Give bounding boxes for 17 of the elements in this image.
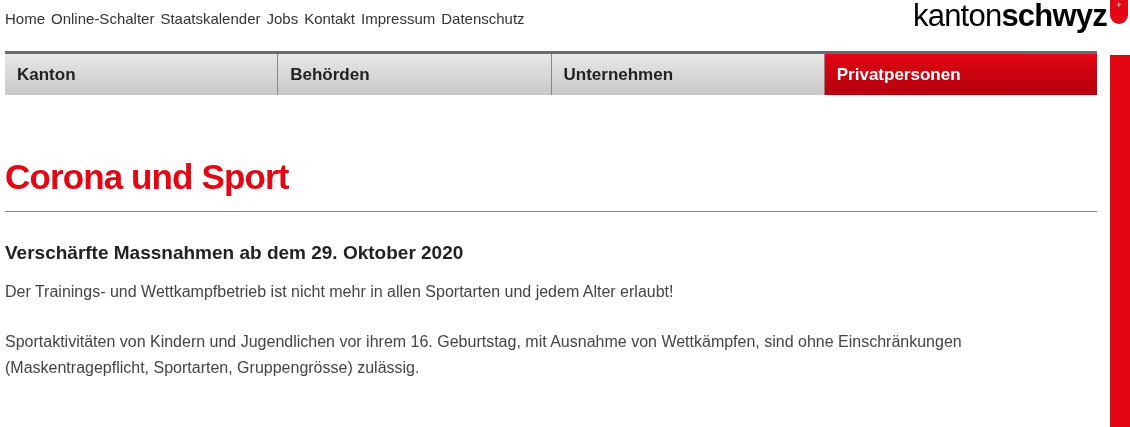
top-link[interactable]: Impressum (361, 8, 436, 31)
nav-tab[interactable]: Privatpersonen (823, 54, 1097, 95)
top-link[interactable]: Kontakt (304, 8, 356, 31)
page-title: Corona und Sport (5, 157, 290, 197)
nav-tab[interactable]: Behörden (277, 54, 551, 95)
logo-wordmark[interactable]: kantonschwyz (912, 0, 1107, 32)
body-paragraph: Der Trainings- und Wettkampfbetrieb ist nicht mehr in allen Sportarten und jedem Alter erlaubt! (5, 282, 675, 302)
nav-tab[interactable]: Kanton (5, 54, 278, 95)
top-link[interactable]: Home (5, 8, 45, 31)
body-paragraph: Sportaktivitäten von Kindern und Jugendlichen vor ihrem 16. Geburtstag, mit Ausnahme von Wettkämpfen, sind ohne Einschränkungen (Maskentragepflicht, Sportarten, Gruppengrösse) zulässig. (5, 332, 963, 378)
top-link[interactable]: Jobs (266, 8, 299, 31)
section-heading: Verschärfte Massnahmen ab dem 29. Oktober 2020 (5, 241, 465, 265)
top-link[interactable]: Datenschutz (441, 8, 525, 31)
shield-icon: + (1110, 0, 1128, 24)
top-link[interactable]: Staatskalender (160, 8, 261, 31)
top-link[interactable]: Online-Schalter (51, 8, 155, 31)
nav-tab[interactable]: Unternehmen (550, 54, 824, 95)
